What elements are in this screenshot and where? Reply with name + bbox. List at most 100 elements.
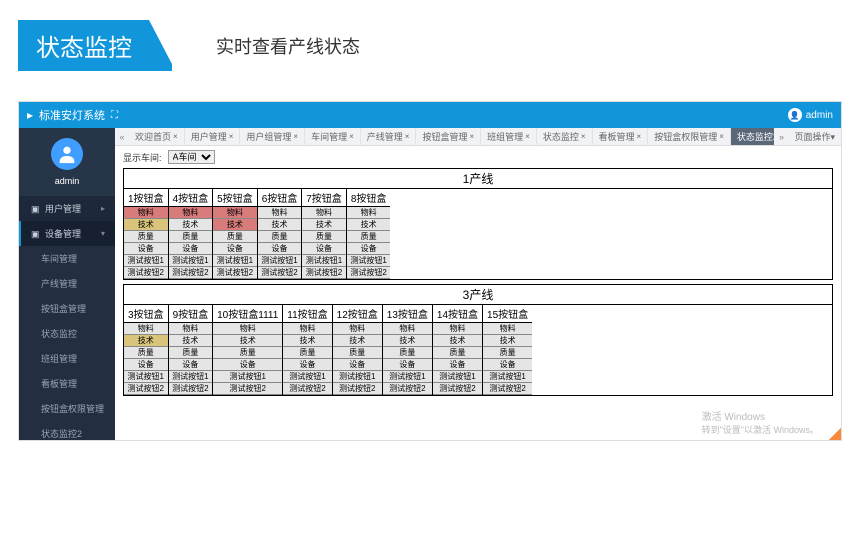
- tab-看板管理[interactable]: 看板管理×: [593, 128, 649, 145]
- andon-button-技术[interactable]: 技术: [433, 335, 482, 347]
- andon-button-测试按钮1[interactable]: 测试按钮1: [333, 371, 382, 383]
- andon-button-设备[interactable]: 设备: [124, 243, 168, 255]
- andon-button-质量[interactable]: 质量: [283, 347, 331, 359]
- andon-button-技术[interactable]: 技术: [124, 335, 168, 347]
- andon-button-测试按钮2[interactable]: 测试按钮2: [124, 267, 168, 279]
- andon-button-测试按钮1[interactable]: 测试按钮1: [483, 371, 532, 383]
- andon-button-质量[interactable]: 质量: [483, 347, 532, 359]
- sidebar-subitem-按钮盒权限管理[interactable]: 按钮盒权限管理: [19, 396, 115, 421]
- sidebar-item-设备管理[interactable]: ▣设备管理▾: [19, 221, 115, 246]
- andon-button-设备[interactable]: 设备: [169, 359, 213, 371]
- andon-button-物料[interactable]: 物料: [258, 207, 302, 219]
- header-username[interactable]: admin: [806, 110, 833, 121]
- tab-用户管理[interactable]: 用户管理×: [185, 128, 241, 145]
- andon-button-设备[interactable]: 设备: [347, 243, 391, 255]
- andon-button-物料[interactable]: 物料: [383, 323, 432, 335]
- andon-button-质量[interactable]: 质量: [169, 347, 213, 359]
- andon-button-技术[interactable]: 技术: [258, 219, 302, 231]
- sidebar-item-用户管理[interactable]: ▣用户管理▸: [19, 196, 115, 221]
- andon-button-物料[interactable]: 物料: [483, 323, 532, 335]
- andon-button-物料[interactable]: 物料: [169, 207, 213, 219]
- close-icon[interactable]: ×: [525, 132, 530, 141]
- sidebar-subitem-状态监控[interactable]: 状态监控: [19, 321, 115, 346]
- andon-button-测试按钮1[interactable]: 测试按钮1: [302, 255, 346, 267]
- andon-button-质量[interactable]: 质量: [333, 347, 382, 359]
- tab-车间管理[interactable]: 车间管理×: [305, 128, 361, 145]
- andon-button-测试按钮1[interactable]: 测试按钮1: [383, 371, 432, 383]
- andon-button-设备[interactable]: 设备: [433, 359, 482, 371]
- andon-button-测试按钮1[interactable]: 测试按钮1: [169, 371, 213, 383]
- close-icon[interactable]: ×: [229, 132, 234, 141]
- andon-button-测试按钮1[interactable]: 测试按钮1: [213, 371, 282, 383]
- tab-班组管理[interactable]: 班组管理×: [481, 128, 537, 145]
- sidebar-subitem-产线管理[interactable]: 产线管理: [19, 271, 115, 296]
- andon-button-物料[interactable]: 物料: [213, 323, 282, 335]
- tab-scroll-right[interactable]: »: [774, 132, 788, 142]
- andon-button-测试按钮1[interactable]: 测试按钮1: [433, 371, 482, 383]
- andon-button-测试按钮1[interactable]: 测试按钮1: [347, 255, 391, 267]
- andon-button-设备[interactable]: 设备: [333, 359, 382, 371]
- andon-button-设备[interactable]: 设备: [483, 359, 532, 371]
- andon-button-物料[interactable]: 物料: [333, 323, 382, 335]
- andon-button-测试按钮2[interactable]: 测试按钮2: [433, 383, 482, 395]
- close-icon[interactable]: ×: [173, 132, 178, 141]
- andon-button-测试按钮2[interactable]: 测试按钮2: [169, 267, 213, 279]
- avatar-icon[interactable]: 👤: [788, 108, 802, 122]
- close-icon[interactable]: ×: [469, 132, 474, 141]
- andon-button-测试按钮1[interactable]: 测试按钮1: [124, 371, 168, 383]
- andon-button-质量[interactable]: 质量: [124, 347, 168, 359]
- tab-状态监控2[interactable]: 状态监控2×: [731, 128, 775, 145]
- sidebar-subitem-看板管理[interactable]: 看板管理: [19, 371, 115, 396]
- andon-button-技术[interactable]: 技术: [124, 219, 168, 231]
- andon-button-技术[interactable]: 技术: [383, 335, 432, 347]
- andon-button-设备[interactable]: 设备: [169, 243, 213, 255]
- andon-button-测试按钮2[interactable]: 测试按钮2: [124, 383, 168, 395]
- andon-button-技术[interactable]: 技术: [283, 335, 331, 347]
- andon-button-物料[interactable]: 物料: [124, 207, 168, 219]
- andon-button-技术[interactable]: 技术: [483, 335, 532, 347]
- andon-button-测试按钮2[interactable]: 测试按钮2: [302, 267, 346, 279]
- tab-欢迎首页[interactable]: 欢迎首页×: [129, 128, 185, 145]
- andon-button-设备[interactable]: 设备: [124, 359, 168, 371]
- andon-button-测试按钮2[interactable]: 测试按钮2: [258, 267, 302, 279]
- andon-button-测试按钮1[interactable]: 测试按钮1: [124, 255, 168, 267]
- close-icon[interactable]: ×: [719, 132, 724, 141]
- sidebar-subitem-状态监控2[interactable]: 状态监控2: [19, 421, 115, 441]
- close-icon[interactable]: ×: [581, 132, 586, 141]
- andon-button-技术[interactable]: 技术: [213, 219, 257, 231]
- andon-button-测试按钮1[interactable]: 测试按钮1: [169, 255, 213, 267]
- close-icon[interactable]: ×: [405, 132, 410, 141]
- close-icon[interactable]: ×: [349, 132, 354, 141]
- andon-button-测试按钮2[interactable]: 测试按钮2: [383, 383, 432, 395]
- andon-button-物料[interactable]: 物料: [213, 207, 257, 219]
- andon-button-测试按钮2[interactable]: 测试按钮2: [347, 267, 391, 279]
- tab-scroll-left[interactable]: «: [115, 132, 129, 142]
- andon-button-测试按钮2[interactable]: 测试按钮2: [213, 267, 257, 279]
- workshop-select[interactable]: A车间: [168, 150, 215, 164]
- close-icon[interactable]: ×: [637, 132, 642, 141]
- sidebar-subitem-班组管理[interactable]: 班组管理: [19, 346, 115, 371]
- andon-button-设备[interactable]: 设备: [213, 243, 257, 255]
- andon-button-物料[interactable]: 物料: [433, 323, 482, 335]
- andon-button-技术[interactable]: 技术: [213, 335, 282, 347]
- andon-button-测试按钮1[interactable]: 测试按钮1: [213, 255, 257, 267]
- andon-button-设备[interactable]: 设备: [302, 243, 346, 255]
- andon-button-技术[interactable]: 技术: [333, 335, 382, 347]
- fullscreen-icon[interactable]: ⛶: [111, 110, 118, 121]
- andon-button-设备[interactable]: 设备: [383, 359, 432, 371]
- andon-button-物料[interactable]: 物料: [283, 323, 331, 335]
- andon-button-技术[interactable]: 技术: [169, 219, 213, 231]
- andon-button-质量[interactable]: 质量: [258, 231, 302, 243]
- andon-button-质量[interactable]: 质量: [433, 347, 482, 359]
- andon-button-物料[interactable]: 物料: [347, 207, 391, 219]
- andon-button-技术[interactable]: 技术: [302, 219, 346, 231]
- andon-button-质量[interactable]: 质量: [169, 231, 213, 243]
- tab-状态监控[interactable]: 状态监控×: [537, 128, 593, 145]
- close-icon[interactable]: ×: [293, 132, 298, 141]
- andon-button-测试按钮2[interactable]: 测试按钮2: [213, 383, 282, 395]
- andon-button-测试按钮2[interactable]: 测试按钮2: [483, 383, 532, 395]
- andon-button-技术[interactable]: 技术: [347, 219, 391, 231]
- andon-button-物料[interactable]: 物料: [124, 323, 168, 335]
- andon-button-质量[interactable]: 质量: [383, 347, 432, 359]
- andon-button-质量[interactable]: 质量: [124, 231, 168, 243]
